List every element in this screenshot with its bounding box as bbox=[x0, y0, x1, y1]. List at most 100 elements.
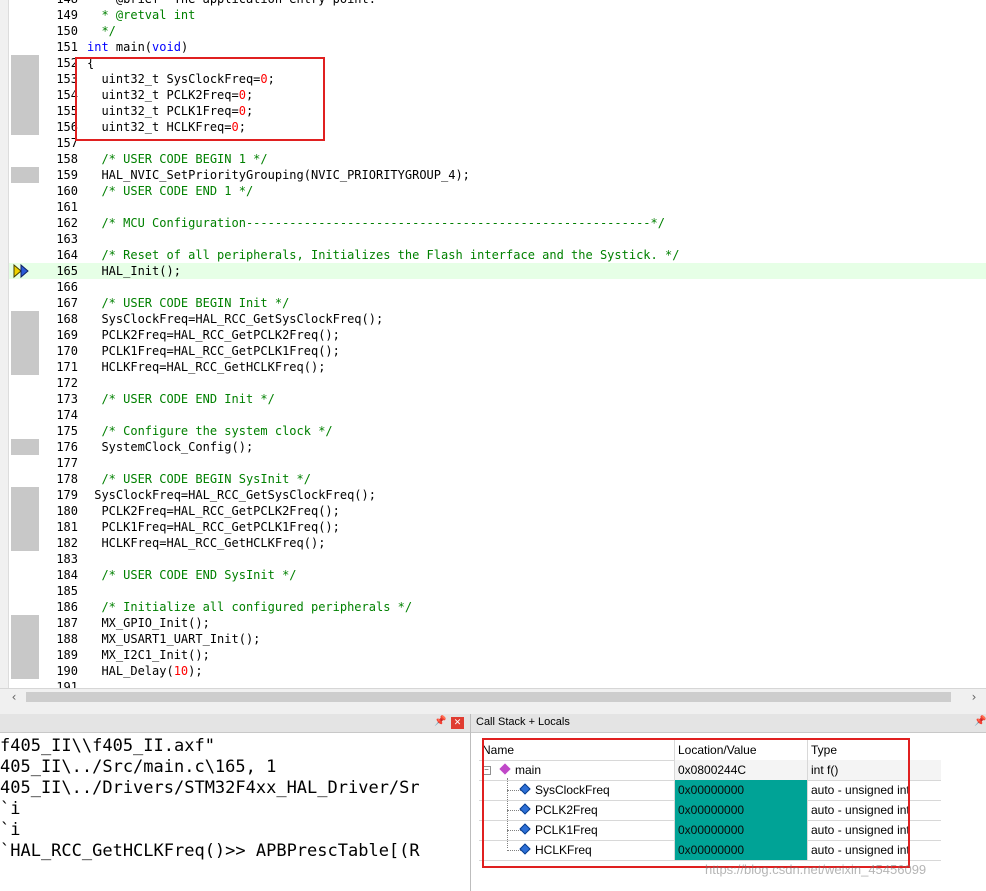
line-number: 149 bbox=[56, 8, 78, 22]
code-line[interactable]: 175 /* Configure the system clock */ bbox=[9, 423, 986, 439]
code-line[interactable]: 160 /* USER CODE END 1 */ bbox=[9, 183, 986, 199]
line-number: 184 bbox=[56, 568, 78, 582]
gutter-marker[interactable] bbox=[11, 135, 39, 151]
close-icon[interactable]: ✕ bbox=[451, 717, 464, 729]
gutter-marker[interactable] bbox=[11, 0, 39, 7]
gutter-marker[interactable] bbox=[11, 167, 39, 183]
code-line[interactable]: 171 HCLKFreq=HAL_RCC_GetHCLKFreq(); bbox=[9, 359, 986, 375]
code-line[interactable]: 188 MX_USART1_UART_Init(); bbox=[9, 631, 986, 647]
gutter-marker[interactable] bbox=[11, 55, 39, 71]
code-line[interactable]: 173 /* USER CODE END Init */ bbox=[9, 391, 986, 407]
code-line[interactable]: 176 SystemClock_Config(); bbox=[9, 439, 986, 455]
scroll-right-icon[interactable]: › bbox=[966, 689, 982, 706]
code-line[interactable]: 167 /* USER CODE BEGIN Init */ bbox=[9, 295, 986, 311]
code-line[interactable]: 184 /* USER CODE END SysInit */ bbox=[9, 567, 986, 583]
gutter-marker[interactable] bbox=[11, 359, 39, 375]
code-line[interactable]: 181 PCLK1Freq=HAL_RCC_GetPCLK1Freq(); bbox=[9, 519, 986, 535]
gutter-marker[interactable] bbox=[11, 583, 39, 599]
pin-icon[interactable]: 📌 bbox=[434, 716, 446, 727]
code-line[interactable]: 182 HCLKFreq=HAL_RCC_GetHCLKFreq(); bbox=[9, 535, 986, 551]
code-line[interactable]: 165 HAL_Init(); bbox=[9, 263, 986, 279]
code-line[interactable]: 174 bbox=[9, 407, 986, 423]
gutter-marker[interactable] bbox=[11, 71, 39, 87]
gutter-marker[interactable] bbox=[11, 567, 39, 583]
line-number: 165 bbox=[56, 264, 78, 278]
gutter-marker[interactable] bbox=[11, 599, 39, 615]
line-number: 187 bbox=[56, 616, 78, 630]
code-line[interactable]: 150 */ bbox=[9, 23, 986, 39]
gutter-marker[interactable] bbox=[11, 391, 39, 407]
code-text: int main(void) bbox=[87, 40, 189, 54]
code-line[interactable]: 178 /* USER CODE BEGIN SysInit */ bbox=[9, 471, 986, 487]
gutter-marker[interactable] bbox=[11, 535, 39, 551]
gutter-marker[interactable] bbox=[11, 663, 39, 679]
code-line[interactable]: 172 bbox=[9, 375, 986, 391]
gutter-marker[interactable] bbox=[11, 327, 39, 343]
code-line[interactable]: 168 SysClockFreq=HAL_RCC_GetSysClockFreq… bbox=[9, 311, 986, 327]
gutter-marker[interactable] bbox=[11, 423, 39, 439]
code-line[interactable]: 151 int main(void) bbox=[9, 39, 986, 55]
gutter-marker[interactable] bbox=[11, 311, 39, 327]
gutter-marker[interactable] bbox=[11, 519, 39, 535]
gutter-marker[interactable] bbox=[11, 151, 39, 167]
code-editor[interactable]: 148 @brief The application entry point.1… bbox=[0, 0, 986, 688]
code-line[interactable]: 163 bbox=[9, 231, 986, 247]
code-line[interactable]: 164 /* Reset of all peripherals, Initial… bbox=[9, 247, 986, 263]
gutter-marker[interactable] bbox=[11, 407, 39, 423]
line-number: 188 bbox=[56, 632, 78, 646]
editor-horizontal-scrollbar[interactable]: ‹ › bbox=[0, 688, 986, 706]
code-text: @brief The application entry point. bbox=[87, 0, 376, 7]
gutter-marker[interactable] bbox=[11, 295, 39, 311]
scroll-left-icon[interactable]: ‹ bbox=[6, 689, 22, 706]
code-line[interactable]: 170 PCLK1Freq=HAL_RCC_GetPCLK1Freq(); bbox=[9, 343, 986, 359]
gutter-marker[interactable] bbox=[11, 231, 39, 247]
gutter-marker[interactable] bbox=[11, 279, 39, 295]
code-line[interactable]: 161 bbox=[9, 199, 986, 215]
code-line[interactable]: 180 PCLK2Freq=HAL_RCC_GetPCLK2Freq(); bbox=[9, 503, 986, 519]
gutter-marker[interactable] bbox=[11, 375, 39, 391]
line-number: 161 bbox=[56, 200, 78, 214]
gutter-marker[interactable] bbox=[11, 647, 39, 663]
code-line[interactable]: 177 bbox=[9, 455, 986, 471]
gutter-marker[interactable] bbox=[11, 199, 39, 215]
gutter-marker[interactable] bbox=[11, 119, 39, 135]
code-line[interactable]: 169 PCLK2Freq=HAL_RCC_GetPCLK2Freq(); bbox=[9, 327, 986, 343]
code-line[interactable]: 189 MX_I2C1_Init(); bbox=[9, 647, 986, 663]
code-line[interactable]: 190 HAL_Delay(10); bbox=[9, 663, 986, 679]
gutter-marker[interactable] bbox=[11, 615, 39, 631]
code-line[interactable]: 179 SysClockFreq=HAL_RCC_GetSysClockFreq… bbox=[9, 487, 986, 503]
gutter-marker[interactable] bbox=[11, 7, 39, 23]
gutter-marker[interactable] bbox=[11, 39, 39, 55]
current-line-arrow-icon[interactable] bbox=[11, 263, 39, 279]
code-text: */ bbox=[87, 24, 116, 38]
splitter[interactable] bbox=[0, 706, 986, 714]
gutter-marker[interactable] bbox=[11, 455, 39, 471]
code-line[interactable]: 187 MX_GPIO_Init(); bbox=[9, 615, 986, 631]
gutter-marker[interactable] bbox=[11, 343, 39, 359]
gutter-marker[interactable] bbox=[11, 183, 39, 199]
gutter-marker[interactable] bbox=[11, 679, 39, 688]
code-line[interactable]: 191 bbox=[9, 679, 986, 688]
gutter-marker[interactable] bbox=[11, 87, 39, 103]
code-line[interactable]: 186 /* Initialize all configured periphe… bbox=[9, 599, 986, 615]
gutter-marker[interactable] bbox=[11, 247, 39, 263]
gutter-marker[interactable] bbox=[11, 551, 39, 567]
gutter-marker[interactable] bbox=[11, 631, 39, 647]
gutter-marker[interactable] bbox=[11, 23, 39, 39]
code-line[interactable]: 183 bbox=[9, 551, 986, 567]
gutter-marker[interactable] bbox=[11, 215, 39, 231]
code-line[interactable]: 149 * @retval int bbox=[9, 7, 986, 23]
scrollbar-thumb[interactable] bbox=[26, 692, 951, 702]
gutter-marker[interactable] bbox=[11, 471, 39, 487]
code-line[interactable]: 148 @brief The application entry point. bbox=[9, 0, 986, 7]
pin-icon[interactable]: 📌 bbox=[974, 716, 986, 727]
gutter-marker[interactable] bbox=[11, 487, 39, 503]
code-line[interactable]: 158 /* USER CODE BEGIN 1 */ bbox=[9, 151, 986, 167]
code-line[interactable]: 166 bbox=[9, 279, 986, 295]
code-line[interactable]: 162 /* MCU Configuration----------------… bbox=[9, 215, 986, 231]
code-line[interactable]: 185 bbox=[9, 583, 986, 599]
gutter-marker[interactable] bbox=[11, 103, 39, 119]
gutter-marker[interactable] bbox=[11, 439, 39, 455]
gutter-marker[interactable] bbox=[11, 503, 39, 519]
code-line[interactable]: 159 HAL_NVIC_SetPriorityGrouping(NVIC_PR… bbox=[9, 167, 986, 183]
